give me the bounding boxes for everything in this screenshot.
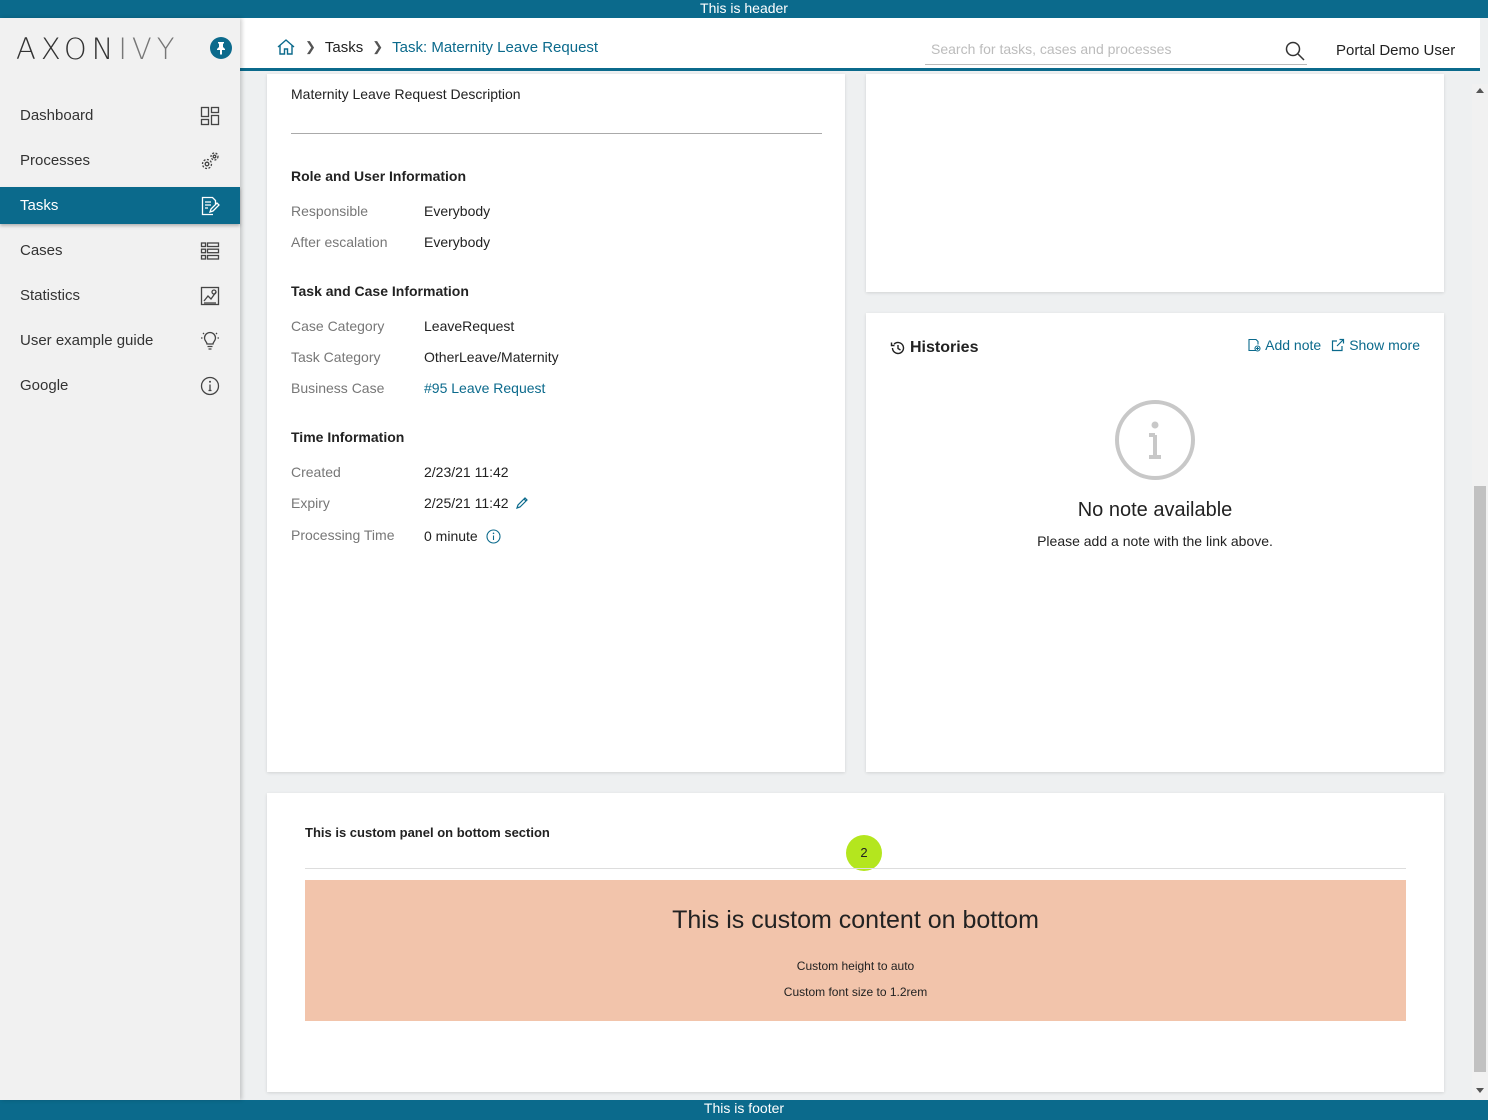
add-note-button[interactable]: Add note [1247,337,1321,353]
empty-state-subtitle: Please add a note with the link above. [1037,533,1273,549]
sidebar-item-user-example-guide[interactable]: User example guide [0,318,240,363]
empty-state-title: No note available [1077,499,1233,521]
time-section-title: Time Information [291,429,405,445]
case-category-label: Case Category [291,318,385,334]
global-search [925,36,1307,65]
task-description: Maternity Leave Request Description [291,86,521,102]
custom-content-title: This is custom content on bottom [672,906,1039,934]
sidebar: AXONIVY Dashboard Processes Tasks Cases … [0,18,240,1100]
info-icon [200,376,220,395]
history-icon [890,341,905,355]
divider [305,868,1406,869]
custom-panel-title: This is custom panel on bottom section [305,825,550,840]
sidebar-item-google[interactable]: Google [0,363,240,408]
task-category-label: Task Category [291,349,381,365]
sidebar-item-tasks[interactable]: Tasks [0,187,240,224]
info-icon [1115,400,1195,480]
add-note-label: Add note [1265,337,1322,353]
histories-title: Histories [890,339,978,357]
custom-content-line: Custom font size to 1.2rem [783,985,928,999]
user-menu[interactable]: Portal Demo User [1336,42,1455,59]
role-section-title: Role and User Information [291,168,467,184]
histories-card: Histories Add note Show more No note ava… [866,313,1444,772]
axonivy-logo[interactable]: AXONIVY [16,34,179,64]
list-icon [200,241,220,260]
responsible-label: Responsible [291,203,369,219]
pin-menu-button[interactable] [210,37,232,59]
info-icon[interactable] [486,528,501,544]
business-case-link[interactable]: #95 Leave Request [424,380,545,396]
footer-banner: This is footer [0,1100,1488,1120]
gears-icon [201,151,219,169]
expiry-row: 2/25/21 11:42 [424,495,529,511]
divider [291,133,822,134]
sidebar-item-label: Processes [20,152,91,169]
add-note-icon [1248,338,1261,352]
scroll-up-arrow-icon[interactable] [1476,88,1484,93]
sidebar-nav: Dashboard Processes Tasks Cases Statisti… [0,93,240,408]
created-value: 2/23/21 11:42 [424,464,509,480]
custom-bottom-panel: This is custom panel on bottom section 2… [267,793,1444,1092]
sidebar-item-label: Google [20,377,69,394]
sidebar-item-statistics[interactable]: Statistics [0,273,240,318]
chevron-right-icon: ❯ [372,39,384,54]
created-label: Created [291,464,341,480]
scroll-down-arrow-icon[interactable] [1476,1088,1484,1093]
show-more-label: Show more [1349,337,1420,353]
processing-time-value: 0 minute [424,528,478,544]
logo-ivy-text: IVY [118,32,180,66]
search-input[interactable] [925,36,1270,62]
dashboard-icon [200,106,220,125]
business-case-label: Business Case [291,380,385,396]
sidebar-item-label: Cases [20,242,63,259]
top-bar: ❯ Tasks ❯ Task: Maternity Leave Request … [240,18,1480,71]
breadcrumb-tasks[interactable]: Tasks [325,39,363,56]
step-badge: 2 [846,835,882,871]
scrollbar-thumb[interactable] [1474,486,1486,1072]
pin-icon [217,42,225,55]
lightbulb-icon [201,331,219,350]
histories-title-text: Histories [910,339,979,356]
custom-content-line: Custom height to auto [796,959,915,973]
sidebar-item-label: User example guide [20,332,154,349]
processing-time-label: Processing Time [291,527,395,543]
sidebar-item-cases[interactable]: Cases [0,228,240,273]
sidebar-item-dashboard[interactable]: Dashboard [0,93,240,138]
task-edit-icon [201,196,220,215]
search-icon[interactable] [1285,41,1305,61]
histories-actions: Add note Show more [1237,337,1420,353]
task-category-value: OtherLeave/Maternity [424,349,559,365]
task-details-card: Maternity Leave Request Description Role… [267,74,845,772]
header-banner: This is header [0,0,1488,18]
home-icon[interactable] [276,38,296,56]
show-more-button[interactable]: Show more [1331,337,1420,353]
processing-time-row: 0 minute [424,528,501,544]
breadcrumb: ❯ Tasks ❯ Task: Maternity Leave Request [276,38,598,56]
chevron-right-icon: ❯ [305,39,316,54]
edit-pencil-icon[interactable] [515,496,529,510]
custom-content-box: This is custom content on bottom Custom … [305,880,1406,1021]
logo-axon-text: AXON [16,32,119,66]
sidebar-item-processes[interactable]: Processes [0,138,240,183]
task-case-section-title: Task and Case Information [291,283,469,299]
escalation-label: After escalation [291,234,388,250]
sidebar-item-label: Statistics [20,287,81,304]
sidebar-item-label: Tasks [20,197,59,214]
expiry-value: 2/25/21 11:42 [424,495,509,511]
external-link-icon [1332,338,1345,352]
page-scrollbar[interactable] [1472,84,1488,1100]
breadcrumb-current-task[interactable]: Task: Maternity Leave Request [392,39,598,56]
document-card [866,74,1444,292]
chart-icon [200,286,220,305]
escalation-value: Everybody [424,234,491,250]
responsible-value: Everybody [424,203,491,219]
case-category-value: LeaveRequest [424,318,515,334]
sidebar-item-label: Dashboard [20,107,94,124]
expiry-label: Expiry [291,495,330,511]
